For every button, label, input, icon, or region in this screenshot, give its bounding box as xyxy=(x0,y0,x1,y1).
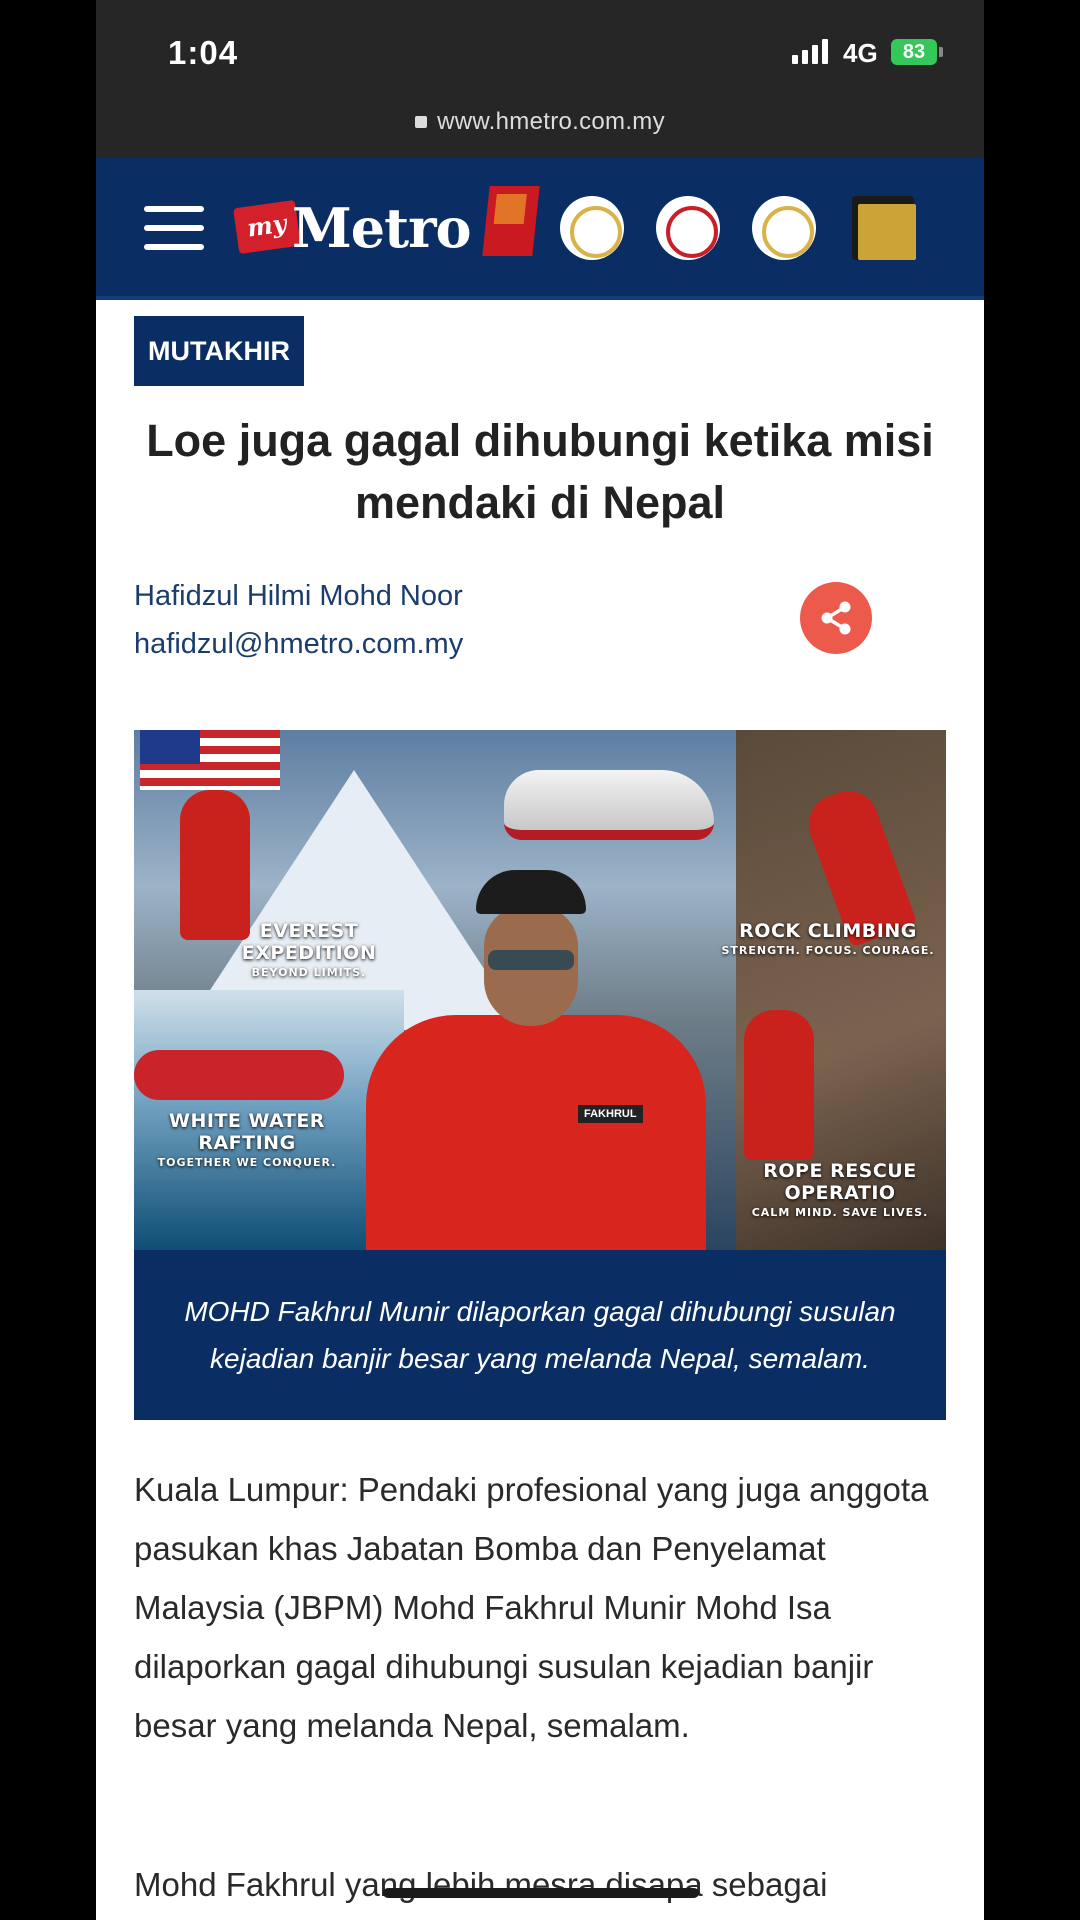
signal-icon xyxy=(792,38,828,64)
battery-tip xyxy=(939,47,943,57)
address-bar[interactable]: www.hmetro.com.my xyxy=(96,108,984,136)
logo-name: Metro xyxy=(292,196,472,260)
battery-level: 83 xyxy=(902,40,926,63)
climber-figure xyxy=(180,790,250,940)
category-tag[interactable]: MUTAKHIR xyxy=(134,316,304,386)
status-bar: 1:04 4G 83 www.hmetro.com.my xyxy=(96,0,984,158)
network-type: 4G xyxy=(843,38,878,68)
image-label: ROCK CLIMBING STRENGTH. FOCUS. COURAGE. xyxy=(721,920,935,957)
site-header: my Metro xyxy=(96,158,984,300)
site-logo[interactable]: my Metro xyxy=(233,186,540,266)
logo-flag xyxy=(482,186,540,256)
award-badge-1 xyxy=(560,196,624,260)
image-label: ROPE RESCUE OPERATIO CALM MIND. SAVE LIV… xyxy=(751,1160,929,1219)
award-badge-2 xyxy=(656,196,720,260)
phone-screen: 1:04 4G 83 www.hmetro.com.my my Metro MU… xyxy=(96,0,984,1920)
logo-prefix: my xyxy=(233,199,301,255)
helicopter-shape xyxy=(504,770,714,840)
image-caption: MOHD Fakhrul Munir dilaporkan gagal dihu… xyxy=(134,1250,946,1420)
author-name[interactable]: Hafidzul Hilmi Mohd Noor xyxy=(134,572,463,620)
lock-icon xyxy=(415,116,428,128)
status-time: 1:04 xyxy=(168,34,239,71)
raft-shape xyxy=(134,1050,344,1100)
malaysia-flag xyxy=(140,730,280,790)
image-label: EVEREST EXPEDITION BEYOND LIMITS. xyxy=(241,920,377,979)
name-badge: FAKHRUL xyxy=(578,1105,643,1123)
author-email[interactable]: hafidzul@hmetro.com.my xyxy=(134,620,463,668)
article-image[interactable]: FAKHRUL EVEREST EXPEDITION BEYOND LIMITS… xyxy=(134,730,946,1250)
url-text: www.hmetro.com.my xyxy=(437,108,665,135)
article-paragraph: Mohd Fakhrul yang lebih mesra disapa seb… xyxy=(134,1866,828,1903)
article-paragraph: Kuala Lumpur: Pendaki profesional yang j… xyxy=(134,1471,929,1744)
climber-figure xyxy=(744,1010,814,1160)
award-badge-3 xyxy=(752,196,816,260)
home-indicator[interactable] xyxy=(383,1888,699,1898)
image-label: WHITE WATER RAFTING TOGETHER WE CONQUER. xyxy=(157,1110,337,1169)
article-headline: Loe juga gagal dihubungi ketika misi men… xyxy=(146,415,934,528)
share-button[interactable] xyxy=(800,582,872,654)
share-icon xyxy=(821,601,851,635)
menu-icon[interactable] xyxy=(144,206,204,250)
author-block: Hafidzul Hilmi Mohd Noor hafidzul@hmetro… xyxy=(134,572,463,668)
award-badge-4 xyxy=(852,196,916,260)
battery-icon: 83 xyxy=(891,39,937,65)
